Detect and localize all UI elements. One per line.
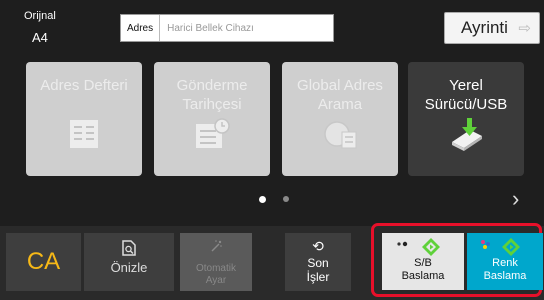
history-icon [196,118,230,148]
tile-label: Yerel Sürücü/USB [424,77,508,113]
start-diamond-icon [481,238,520,256]
tile-global-search[interactable]: Global Adres Arama [282,62,398,176]
ca-button[interactable]: CA [6,233,81,291]
detail-button[interactable]: Ayrinti ⇨ [444,12,540,44]
page-dot[interactable] [283,196,289,202]
tile-label: Adres Defteri [40,77,128,94]
address-field[interactable]: Adres Harici Bellek Cihazı [120,14,334,42]
address-book-icon [70,120,98,148]
bw-start-button[interactable]: S/B Baslama [382,233,464,290]
address-label: Adres [121,15,161,41]
arrow-right-icon: ⇨ [518,20,531,37]
color-label: Renk [492,257,518,269]
auto-label-line2: Ayar [205,275,227,286]
tile-address-book[interactable]: Adres Defteri [26,62,142,176]
auto-set-button[interactable]: Otomatik Ayar [180,233,252,291]
preview-label: Önizle [110,260,148,275]
chevron-right-icon[interactable]: › [512,186,519,212]
recent-label-line2: İşler [306,270,330,284]
bw-label: S/B [414,257,432,269]
usb-drive-icon [452,118,482,151]
original-label: Orijnal [24,10,56,22]
color-start-button[interactable]: Renk Baslama [467,233,543,290]
recent-jobs-button[interactable]: ⟲ Son İşler [285,233,351,291]
tile-label: Gönderme Tarihçesi [176,77,248,113]
tile-send-history[interactable]: Gönderme Tarihçesi [154,62,270,176]
original-size[interactable]: A4 [32,30,48,45]
history-icon: ⟲ [312,238,324,254]
page-dot-active[interactable] [259,196,266,203]
global-search-icon [324,121,357,149]
address-input[interactable]: Harici Bellek Cihazı [160,23,254,34]
detail-button-label: Ayrinti [461,18,508,37]
preview-button[interactable]: Önizle [84,233,174,291]
preview-icon [122,240,136,256]
auto-label: Otomatik [195,263,236,274]
magic-wand-icon [180,239,252,254]
color-label-line2: Baslama [483,270,527,282]
tile-local-drive-usb[interactable]: Yerel Sürücü/USB [408,62,524,176]
tile-label: Global Adres Arama [297,77,383,113]
start-diamond-icon [397,238,440,256]
recent-label: Son [307,256,329,270]
bw-label-line2: Baslama [401,270,445,282]
